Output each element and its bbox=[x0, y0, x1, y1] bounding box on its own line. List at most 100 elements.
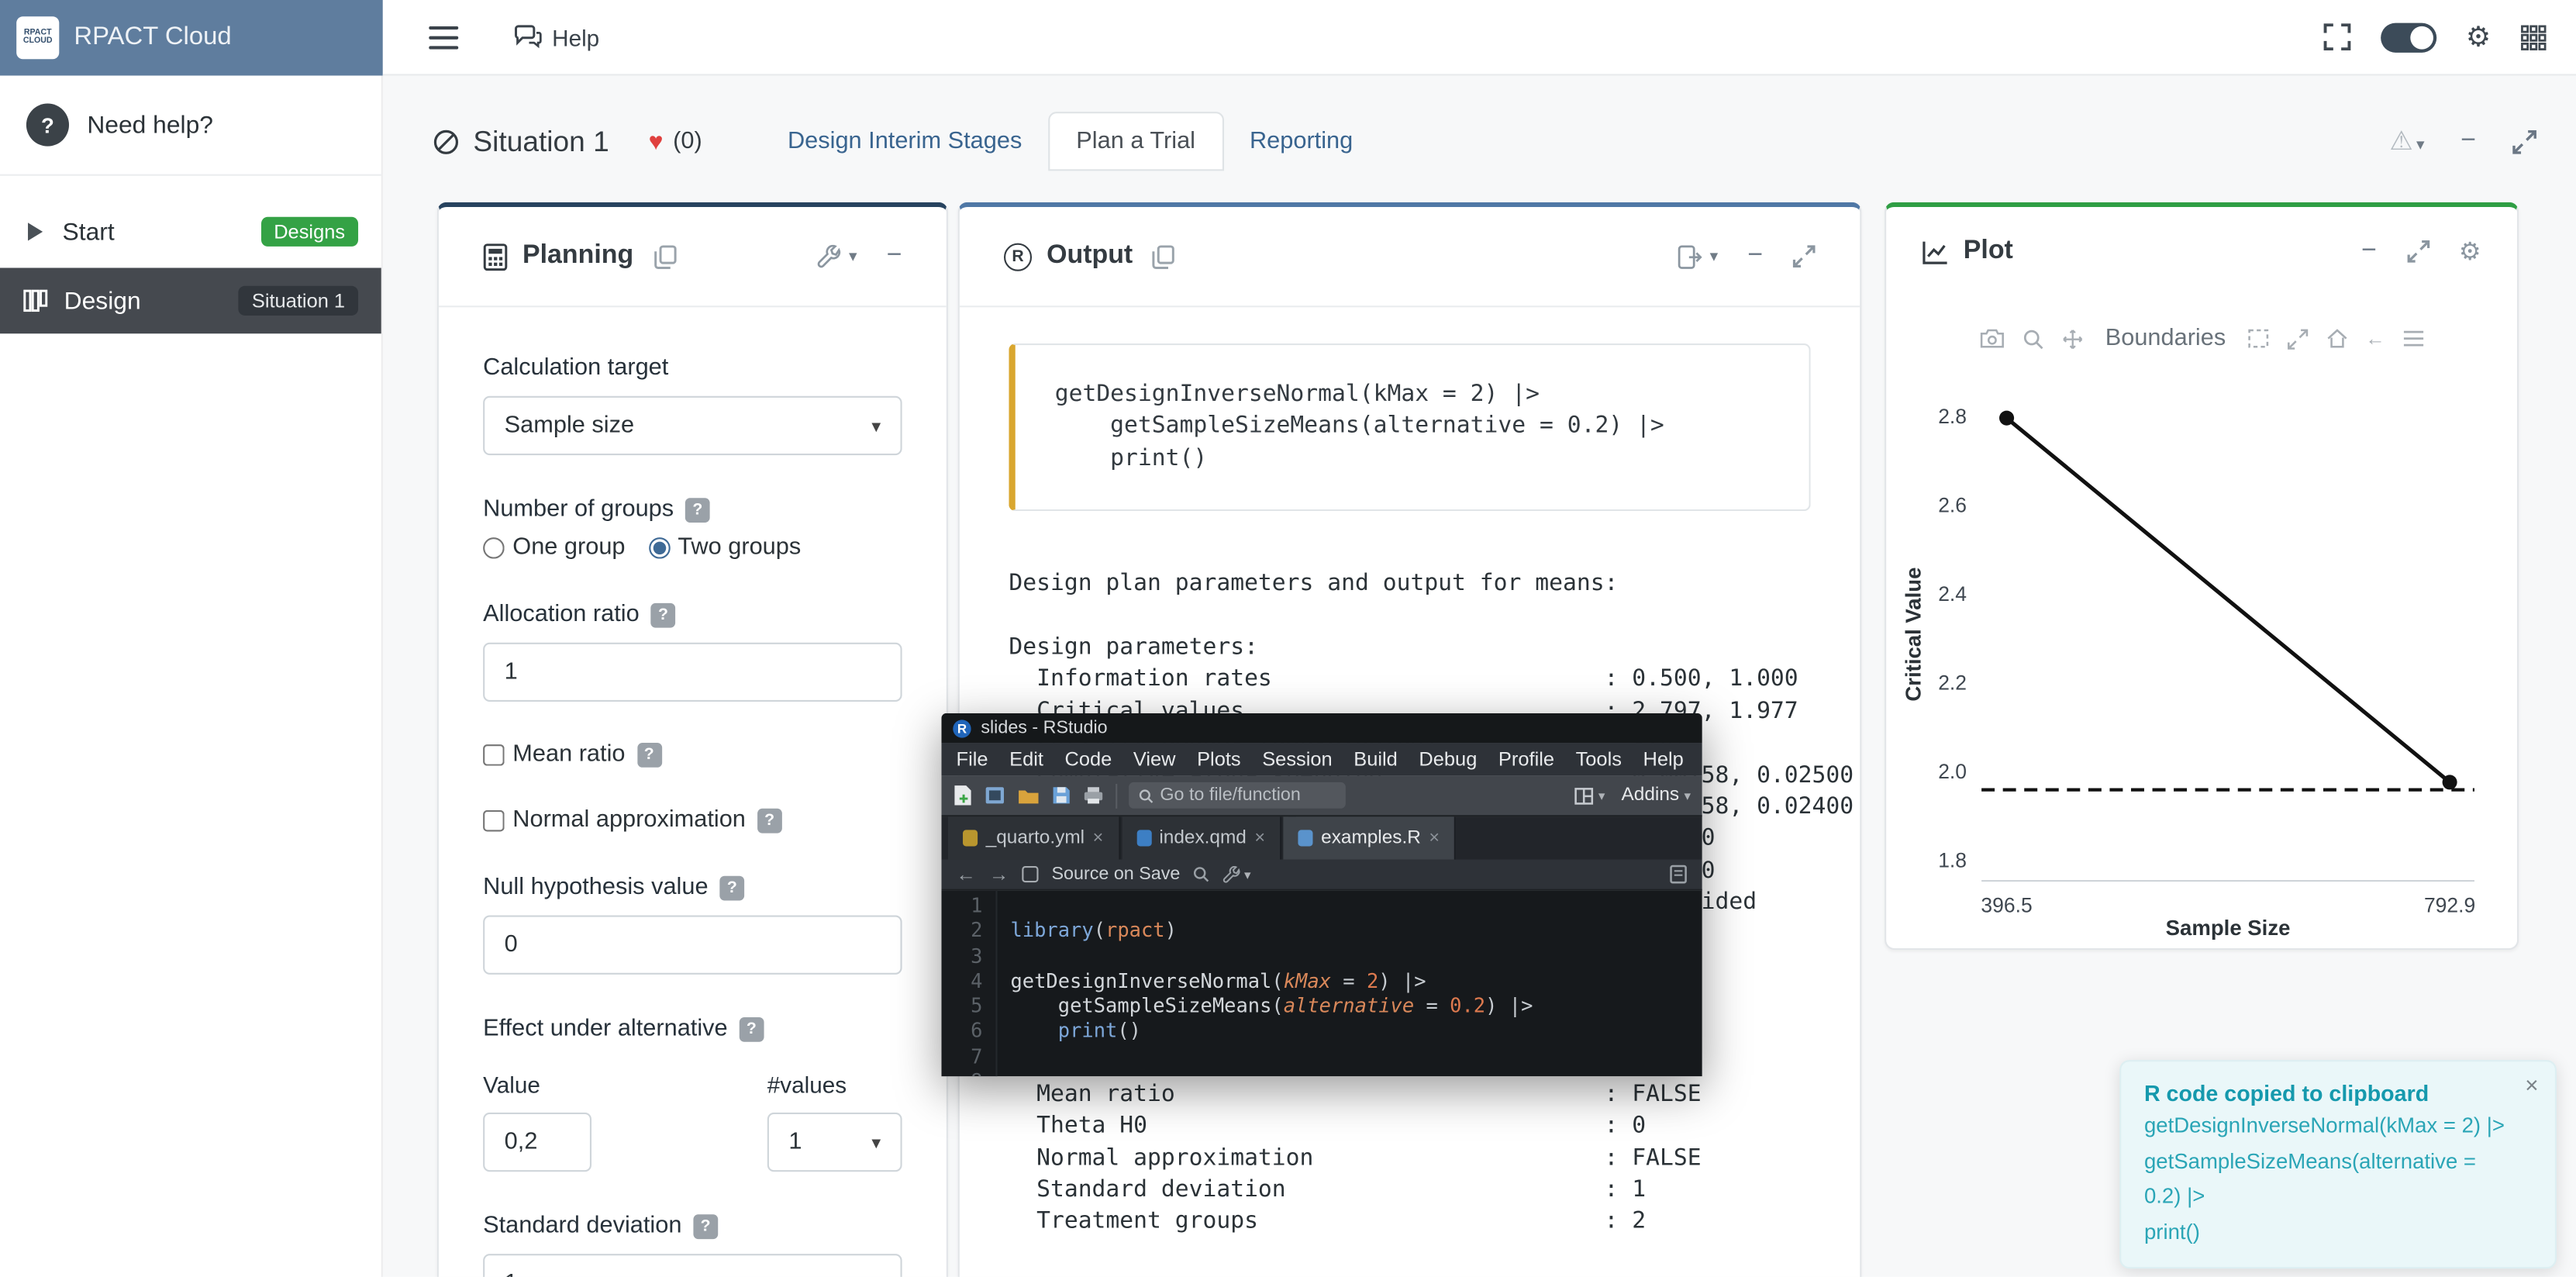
allocation-ratio-input[interactable] bbox=[483, 643, 902, 702]
help-badge[interactable]: ? bbox=[693, 1213, 718, 1238]
rstudio-titlebar[interactable]: R slides - RStudio bbox=[941, 713, 1702, 743]
open-file-button[interactable] bbox=[1017, 786, 1040, 804]
tab-quarto-yml[interactable]: _quarto.yml× bbox=[948, 816, 1120, 859]
tab-design-interim-stages[interactable]: Design Interim Stages bbox=[761, 113, 1048, 169]
pan-button[interactable] bbox=[2063, 328, 2085, 350]
print-button[interactable] bbox=[1083, 785, 1105, 805]
forward-button[interactable]: → bbox=[989, 863, 1009, 886]
camera-icon bbox=[1981, 329, 2005, 348]
rstudio-menu-item[interactable]: Build bbox=[1354, 747, 1398, 771]
box-select-button[interactable] bbox=[2247, 329, 2269, 348]
tab-examples-r[interactable]: examples.R× bbox=[1283, 816, 1456, 859]
legend-boundaries[interactable]: Boundaries bbox=[2105, 326, 2226, 352]
apps-grid-button[interactable] bbox=[2520, 24, 2547, 50]
plot-expand-button[interactable] bbox=[2406, 240, 2429, 263]
download-plot-button[interactable] bbox=[1981, 329, 2005, 348]
rstudio-menu-item[interactable]: Debug bbox=[1419, 747, 1477, 771]
warning-icon: ⚠ bbox=[2389, 128, 2412, 156]
rstudio-menu-item[interactable]: Plots bbox=[1197, 747, 1241, 771]
fullscreen-button[interactable] bbox=[2323, 23, 2350, 51]
rstudio-menu-item[interactable]: Tools bbox=[1576, 747, 1622, 771]
effect-value-input[interactable] bbox=[483, 1113, 591, 1172]
find-replace-button[interactable] bbox=[1193, 866, 1209, 882]
panes-icon bbox=[1574, 786, 1593, 804]
rstudio-menu-item[interactable]: Session bbox=[1262, 747, 1333, 771]
rstudio-menu-item[interactable]: Code bbox=[1065, 747, 1112, 771]
output-expand-button[interactable] bbox=[1792, 245, 1816, 268]
favorite-heart-icon[interactable]: ♥ bbox=[649, 127, 664, 155]
normal-approximation-option[interactable]: Normal approximation bbox=[483, 807, 746, 834]
plot-collapse-button[interactable]: − bbox=[2361, 236, 2377, 266]
toast-close-button[interactable]: × bbox=[2525, 1072, 2538, 1098]
workspace-panes-button[interactable]: ▾ bbox=[1574, 786, 1605, 804]
rstudio-code-editor[interactable]: 12345678 library(rpact) getDesignInverse… bbox=[941, 891, 1702, 1077]
help-badge[interactable]: ? bbox=[757, 808, 782, 833]
help-badge[interactable]: ? bbox=[739, 1016, 764, 1041]
help-badge[interactable]: ? bbox=[719, 875, 744, 900]
close-icon[interactable]: × bbox=[1254, 828, 1265, 847]
mean-ratio-checkbox[interactable] bbox=[483, 744, 505, 765]
rstudio-menu-item[interactable]: File bbox=[957, 747, 988, 771]
close-icon[interactable]: × bbox=[1093, 828, 1104, 847]
back-button[interactable]: ← bbox=[957, 863, 976, 886]
null-hypothesis-input[interactable] bbox=[483, 916, 902, 975]
clipboard-toast[interactable]: R code copied to clipboard getDesignInve… bbox=[2119, 1060, 2557, 1268]
mean-ratio-option[interactable]: Mean ratio bbox=[483, 741, 625, 768]
zoom-button[interactable] bbox=[2023, 328, 2045, 350]
code-tools-dropdown[interactable]: ▾ bbox=[1223, 865, 1251, 883]
tab-plan-a-trial[interactable]: Plan a Trial bbox=[1048, 112, 1223, 171]
tab-reporting[interactable]: Reporting bbox=[1223, 113, 1379, 169]
expand-all-button[interactable] bbox=[2512, 129, 2537, 154]
warnings-dropdown[interactable]: ⚠▾ bbox=[2389, 125, 2424, 157]
plotly-menu-button[interactable] bbox=[2403, 330, 2423, 347]
tab-index-qmd[interactable]: index.qmd× bbox=[1122, 816, 1282, 859]
sidebar-item-design[interactable]: Design Situation 1 bbox=[0, 267, 381, 333]
output-collapse-button[interactable]: − bbox=[1747, 242, 1763, 271]
normal-approximation-checkbox[interactable] bbox=[483, 809, 505, 831]
sidebar-item-label: Design bbox=[64, 287, 141, 315]
compile-report-button[interactable] bbox=[1669, 865, 1687, 884]
planning-collapse-button[interactable]: − bbox=[887, 242, 902, 271]
planning-tools-dropdown[interactable]: ▾ bbox=[816, 244, 857, 269]
copy-planning-button[interactable] bbox=[653, 244, 677, 269]
settings-gear-icon[interactable]: ⚙ bbox=[2466, 23, 2491, 51]
reset-axes-button[interactable] bbox=[2326, 329, 2348, 348]
two-groups-radio[interactable] bbox=[648, 537, 670, 558]
rstudio-window[interactable]: R slides - RStudio File Edit Code View Plots… bbox=[941, 713, 1702, 1076]
dark-mode-toggle[interactable] bbox=[2381, 22, 2436, 52]
need-help-button[interactable]: ? Need help? bbox=[0, 75, 381, 175]
sidebar-toggle-button[interactable] bbox=[429, 26, 458, 49]
collapse-all-button[interactable]: − bbox=[2460, 126, 2476, 156]
rstudio-menu-item[interactable]: Edit bbox=[1009, 747, 1043, 771]
nvalues-select[interactable]: 1 ▾ bbox=[767, 1113, 902, 1172]
prev-view-button[interactable]: ← bbox=[2365, 327, 2385, 350]
svg-text:792.9: 792.9 bbox=[2424, 893, 2475, 916]
close-icon[interactable]: × bbox=[1429, 828, 1440, 847]
standard-deviation-input[interactable] bbox=[483, 1254, 902, 1277]
source-on-save-checkbox[interactable] bbox=[1022, 866, 1038, 882]
goto-file-search[interactable]: Go to file/function bbox=[1129, 782, 1346, 809]
help-badge[interactable]: ? bbox=[651, 602, 676, 627]
rstudio-menu-item[interactable]: Help bbox=[1643, 747, 1684, 771]
two-groups-option[interactable]: Two groups bbox=[648, 534, 801, 561]
help-button[interactable]: Help bbox=[514, 24, 599, 50]
autoscale-button[interactable] bbox=[2287, 328, 2309, 350]
one-group-option[interactable]: One group bbox=[483, 534, 625, 561]
rstudio-menu-item[interactable]: Profile bbox=[1498, 747, 1554, 771]
help-badge[interactable]: ? bbox=[636, 742, 661, 767]
yml-file-icon bbox=[963, 830, 978, 846]
boundaries-chart[interactable]: 1.82.02.22.42.62.8396.5792.9Sample SizeC… bbox=[1899, 365, 2507, 944]
copy-output-button[interactable] bbox=[1153, 244, 1176, 269]
plot-settings-gear-icon[interactable]: ⚙ bbox=[2459, 239, 2481, 264]
export-dropdown[interactable]: ▾ bbox=[1677, 244, 1718, 269]
new-project-button[interactable] bbox=[985, 785, 1006, 805]
help-badge[interactable]: ? bbox=[685, 497, 710, 522]
addins-dropdown[interactable]: Addins▾ bbox=[1622, 785, 1691, 805]
editor-code[interactable]: library(rpact) getDesignInverseNormal(kM… bbox=[998, 891, 1533, 1077]
new-file-button[interactable] bbox=[953, 784, 972, 807]
save-button[interactable] bbox=[1051, 785, 1071, 805]
rstudio-menu-item[interactable]: View bbox=[1133, 747, 1176, 771]
sidebar-item-start[interactable]: Start Designs bbox=[0, 198, 381, 264]
one-group-radio[interactable] bbox=[483, 537, 505, 558]
calculation-target-select[interactable]: Sample size ▾ bbox=[483, 396, 902, 455]
